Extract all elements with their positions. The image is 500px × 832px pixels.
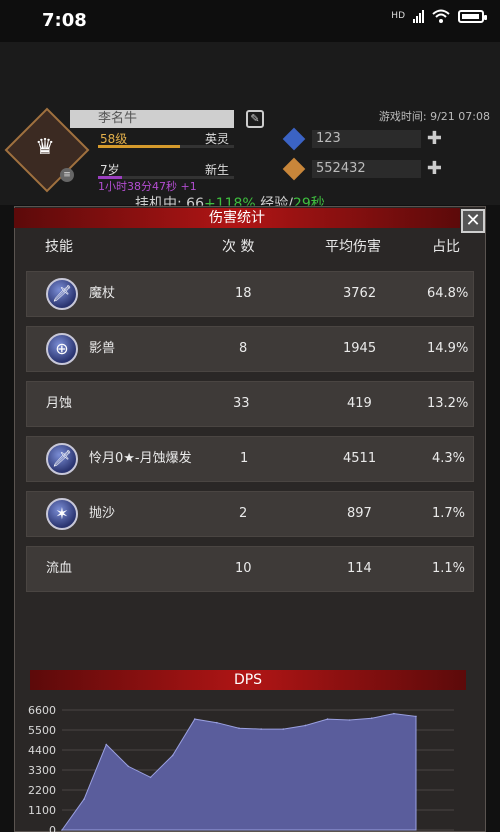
skill-count: 1 [240, 451, 249, 466]
status-bar: 7:08 HD [0, 0, 500, 42]
sword-icon: 🗡 [46, 278, 78, 310]
dps-chart-title: DPS [30, 670, 466, 690]
blue-gem-icon [282, 127, 306, 151]
skill-ratio: 1.7% [432, 506, 466, 521]
y-tick-label: 4400 [28, 744, 56, 757]
sword-icon: 🗡 [46, 443, 78, 475]
skill-name: 影兽 [89, 341, 116, 356]
beast-icon: ⊕ [46, 333, 78, 365]
skill-ratio: 14.9% [427, 341, 469, 356]
header-skill: 技能 [45, 239, 73, 255]
dps-data-point [127, 765, 130, 768]
table-row: 🗡 怜月0★-月蚀爆发 1 4511 4.3% [26, 436, 474, 482]
dps-data-point [370, 717, 373, 719]
skill-ratio: 13.2% [427, 396, 469, 411]
close-button[interactable]: ✕ [461, 209, 485, 233]
edit-name-icon[interactable]: ✎ [246, 110, 264, 128]
status-time: 7:08 [42, 10, 87, 31]
skill-count: 33 [233, 396, 250, 411]
crown-icon: ♛ [35, 135, 55, 160]
skill-avg: 1945 [343, 341, 377, 356]
status-icons: HD [391, 9, 487, 23]
wifi-icon [432, 9, 450, 23]
emblem-badge-icon: ≡ [60, 168, 74, 182]
dps-data-point [415, 715, 417, 718]
dps-data-point [171, 754, 174, 757]
gold-gem-icon [282, 157, 306, 181]
table-row: ✶ 抛沙 2 897 1.7% [26, 491, 474, 537]
dps-data-point [393, 712, 395, 715]
table-row: 月蚀 33 419 13.2% [26, 381, 474, 427]
skill-name: 抛沙 [89, 506, 116, 521]
skill-name: 月蚀 [46, 396, 73, 411]
skill-avg: 897 [347, 506, 372, 521]
signal-icon [413, 9, 424, 23]
skill-avg: 3762 [343, 286, 377, 301]
skill-ratio: 4.3% [432, 451, 466, 466]
dps-data-point [304, 724, 307, 727]
dps-data-point [105, 743, 108, 746]
resource-row-2: 552432 ✚ [282, 157, 442, 181]
dps-data-point [149, 776, 152, 779]
skill-avg: 419 [347, 396, 372, 411]
dps-data-point [216, 721, 218, 724]
dps-data-point [326, 718, 329, 720]
skill-count: 2 [239, 506, 248, 521]
y-tick-label: 1100 [28, 804, 56, 817]
skill-count: 18 [235, 286, 252, 301]
skill-name: 魔杖 [89, 286, 116, 301]
dialog-title: 伤害统计 [14, 208, 460, 228]
skill-name: 流血 [46, 561, 73, 576]
dps-data-point [348, 719, 351, 721]
skill-name: 怜月0★-月蚀爆发 [89, 451, 192, 466]
header-count: 次 数 [222, 239, 255, 255]
y-tick-label: 6600 [28, 704, 56, 717]
dps-chart: 6600 5500 4400 3300 2200 1100 0 [28, 704, 454, 832]
skill-avg: 114 [347, 561, 372, 576]
dps-data-point [83, 798, 85, 800]
dps-data-point [61, 829, 63, 831]
y-tick-label: 2200 [28, 784, 56, 797]
table-row: 🗡 魔杖 18 3762 64.8% [26, 271, 474, 317]
skill-ratio: 64.8% [427, 286, 469, 301]
game-time: 游戏时间: 9/21 07:08 [378, 110, 490, 123]
time-bonus: 1小时38分47秒 +1 [98, 180, 197, 193]
skill-avg: 4511 [343, 451, 377, 466]
dps-data-point [260, 728, 262, 730]
dps-data-point [238, 727, 240, 729]
header-avg: 平均伤害 [325, 239, 381, 255]
skill-count: 10 [235, 561, 252, 576]
battery-icon [458, 9, 487, 23]
level-progress-bar [98, 145, 234, 148]
dps-data-point [282, 728, 285, 730]
resource-row-1: 123 ✚ [282, 127, 442, 151]
table-row: ⊕ 影兽 8 1945 14.9% [26, 326, 474, 372]
skill-count: 8 [239, 341, 248, 356]
add-resource-1-button[interactable]: ✚ [427, 130, 442, 148]
table-row: 流血 10 114 1.1% [26, 546, 474, 592]
dps-area-series [61, 713, 417, 831]
dps-data-point [193, 718, 196, 720]
hd-label: HD [391, 10, 405, 21]
resource-2-value: 552432 [312, 160, 421, 178]
claw-icon: ✶ [46, 498, 78, 530]
add-resource-2-button[interactable]: ✚ [427, 160, 442, 178]
y-tick-label: 3300 [28, 764, 56, 777]
y-tick-label: 0 [49, 824, 56, 832]
skill-ratio: 1.1% [432, 561, 466, 576]
header-ratio: 占比 [432, 239, 460, 255]
resource-1-value: 123 [312, 130, 421, 148]
character-name: 李名牛 [70, 110, 234, 128]
y-tick-label: 5500 [28, 724, 56, 737]
